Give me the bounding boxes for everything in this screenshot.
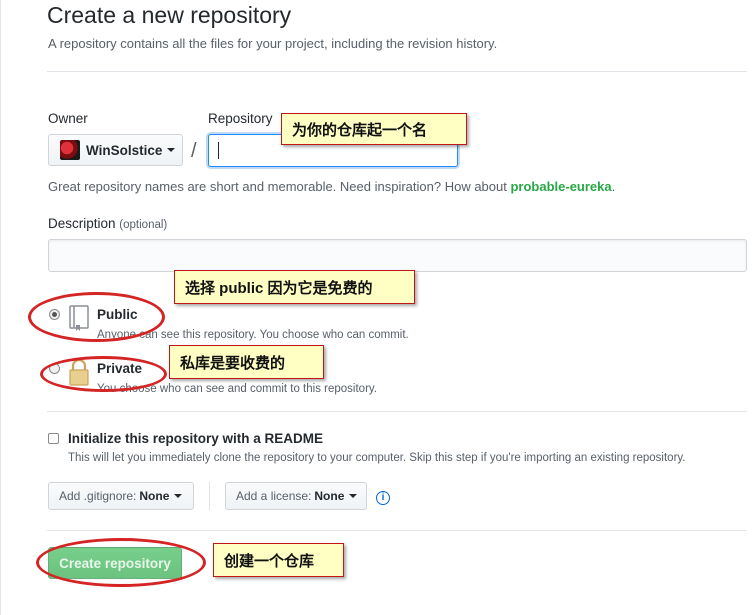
hint-suffix: . [611,179,616,194]
page-subtitle: A repository contains all the files for … [48,36,498,51]
readme-label: Initialize this repository with a README [68,431,324,446]
annotation-ellipse-create [36,538,206,587]
avatar [60,140,80,160]
repository-label: Repository [208,111,273,126]
divider-middle [47,411,747,412]
page-title: Create a new repository [47,2,292,28]
page-left-border [0,0,1,615]
description-input[interactable] [48,239,747,272]
select-separator [209,482,210,510]
description-optional: (optional) [119,219,168,231]
annotation-ellipse-public [28,292,165,342]
name-suggestion-link[interactable]: probable-eureka [510,179,611,194]
readme-checkbox[interactable] [48,433,59,444]
annotation-ellipse-private [40,356,167,392]
chevron-down-icon [167,148,176,152]
repository-name-hint: Great repository names are short and mem… [48,179,615,194]
annotation-public-text: 选择 public 因为它是免费的 [185,279,373,297]
gitignore-label: Add .gitignore: [59,489,137,503]
readme-note: This will let you immediately clone the … [68,452,686,464]
license-value: None [314,489,345,503]
slash-separator: / [191,140,197,162]
divider-bottom [47,530,747,531]
annotation-private-text: 私库是要收费的 [180,354,286,372]
annotation-repo-name-text: 为你的仓库起一个名 [292,121,428,139]
description-label: Description (optional) [48,216,167,231]
owner-name: WinSolstice [86,142,163,158]
description-label-text: Description [48,216,116,231]
owner-label: Owner [48,111,88,126]
license-select[interactable]: Add a license: None [225,482,367,510]
gitignore-select[interactable]: Add .gitignore: None [48,482,194,510]
gitignore-value: None [139,489,170,503]
chevron-down-icon [349,494,358,498]
annotation-create: 创建一个仓库 [213,543,344,577]
divider-top [47,71,747,72]
text-cursor [218,142,219,159]
license-label: Add a license: [236,489,312,503]
annotation-repo-name: 为你的仓库起一个名 [281,113,467,145]
annotation-private: 私库是要收费的 [169,345,324,379]
hint-prefix: Great repository names are short and mem… [48,179,511,194]
chevron-down-icon [174,494,183,498]
info-icon[interactable]: i [376,491,390,505]
annotation-create-text: 创建一个仓库 [224,552,315,570]
annotation-public: 选择 public 因为它是免费的 [174,270,415,304]
owner-select[interactable]: WinSolstice [48,134,183,166]
